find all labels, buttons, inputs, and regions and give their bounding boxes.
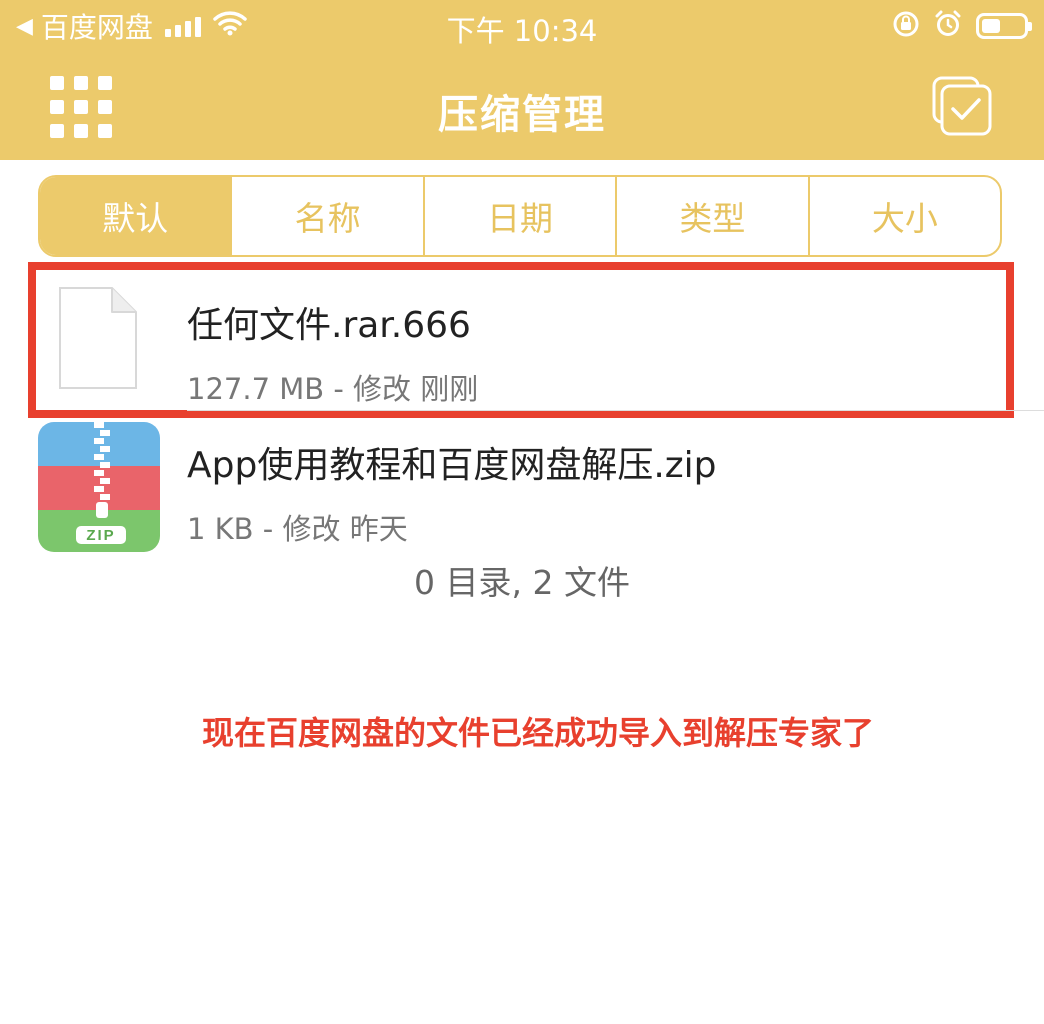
sort-tab-default[interactable]: 默认 bbox=[40, 177, 231, 255]
svg-text:ZIP: ZIP bbox=[86, 527, 115, 544]
directory-summary: 0 目录, 2 文件 bbox=[414, 563, 630, 602]
annotation-caption: 现在百度网盘的文件已经成功导入到解压专家了 bbox=[201, 714, 874, 752]
sort-tab-name[interactable]: 名称 bbox=[230, 177, 422, 255]
sort-segmented-control: 默认 名称 日期 类型 大小 bbox=[38, 175, 1002, 257]
select-checkbox-icon[interactable] bbox=[932, 76, 994, 138]
highlight-box bbox=[28, 262, 1014, 418]
battery-icon bbox=[976, 13, 1032, 39]
page-title: 压缩管理 bbox=[438, 92, 606, 138]
file-name: App使用教程和百度网盘解压.zip bbox=[187, 445, 717, 486]
rotation-lock-icon bbox=[892, 10, 920, 42]
file-meta: 1 KB - 修改 昨天 bbox=[187, 512, 408, 546]
alarm-icon bbox=[934, 10, 962, 42]
sort-tab-date[interactable]: 日期 bbox=[422, 177, 615, 255]
sort-tab-type[interactable]: 类型 bbox=[615, 177, 807, 255]
nav-bar: 压缩管理 bbox=[0, 52, 1044, 160]
status-bar: ◀ 百度网盘 下午 10:34 bbox=[0, 0, 1044, 52]
row-divider bbox=[187, 410, 1044, 411]
status-time: 下午 10:34 bbox=[446, 14, 598, 48]
sort-tab-size[interactable]: 大小 bbox=[807, 177, 1000, 255]
file-row[interactable]: ZIP App使用教程和百度网盘解压.zip 1 KB - 修改 昨天 bbox=[0, 412, 1044, 552]
zip-file-icon: ZIP bbox=[38, 422, 160, 552]
